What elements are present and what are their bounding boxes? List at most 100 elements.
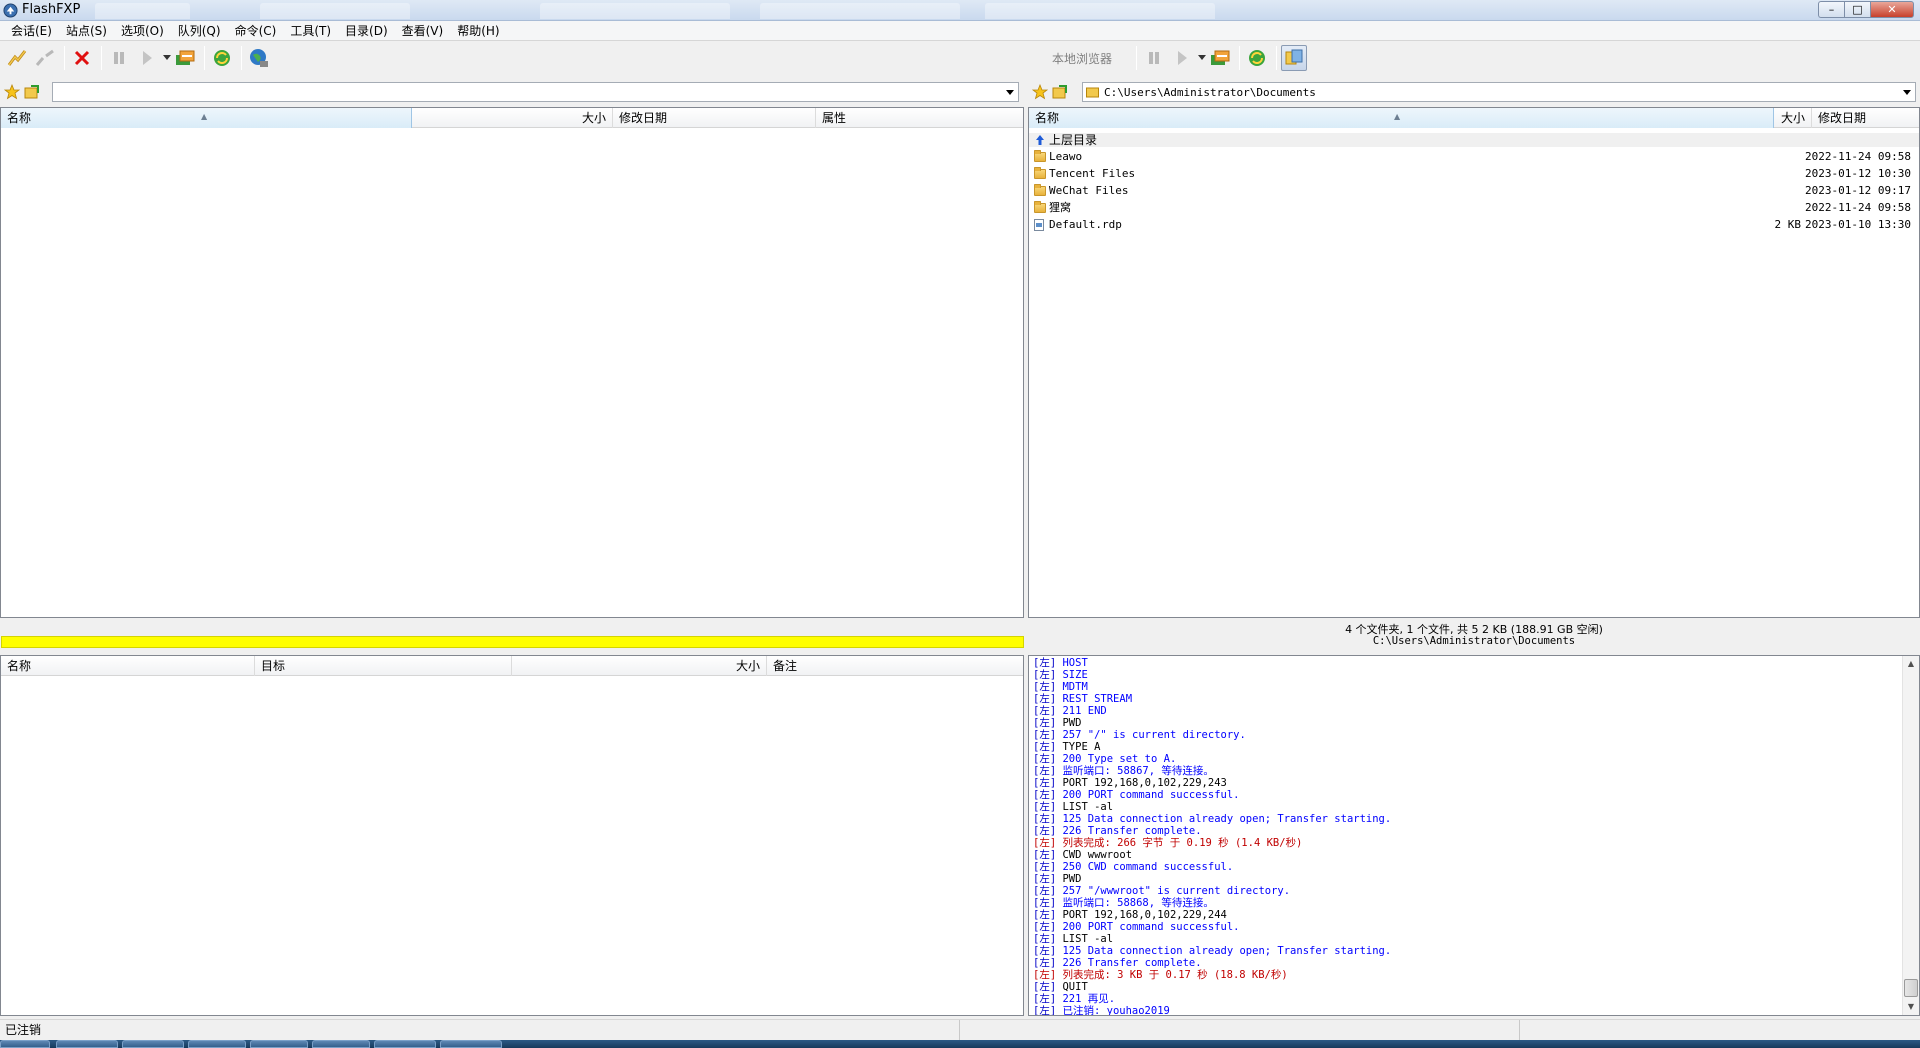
menu-queue[interactable]: 队列(Q) [171,21,228,41]
favorites-star-icon[interactable] [4,84,20,100]
log-line: [左] PWD [1033,873,1391,885]
play-icon[interactable] [134,45,160,71]
background-tab [760,3,960,19]
disconnect-icon[interactable] [32,45,58,71]
local-path-value: C:\Users\Administrator\Documents [1104,85,1316,99]
local-file-list[interactable]: ▲ 名称 大小 修改日期 上层目录 Leawo 2022-11-24 09:58 T… [1028,107,1920,618]
queue-col-name[interactable]: 名称 [1,656,255,676]
local-column-header: ▲ 名称 大小 修改日期 [1029,108,1919,128]
toolbar-separator [101,46,102,70]
remote-file-list[interactable]: ▲ 名称 大小 修改日期 属性 [0,107,1024,618]
menu-sites[interactable]: 站点(S) [59,21,114,41]
maximize-icon[interactable]: □ [1844,1,1870,18]
toolbar-separator [1276,46,1278,70]
log-line: [左] 监听端口: 58868, 等待连接。 [1033,897,1391,909]
scroll-thumb[interactable] [1904,979,1918,997]
transfer-queue-list[interactable]: 名称 目标 大小 备注 [0,655,1024,1016]
status-bar: 已注销 [0,1019,1920,1040]
session-log[interactable]: [左] HOST [左] SIZE [左] MDTM [左] REST STREAM[… [1028,655,1920,1016]
transfer-icon[interactable] [172,45,198,71]
log-line: [左] TYPE A [1033,741,1391,753]
refresh-icon[interactable] [1244,45,1270,71]
queue-col-size[interactable]: 大小 [512,656,767,676]
taskbar-app[interactable] [312,1040,370,1048]
minimize-icon[interactable]: – [1818,1,1844,18]
menu-commands[interactable]: 命令(C) [228,21,284,41]
log-text: QUIT [1062,981,1088,993]
taskbar-app[interactable] [250,1040,308,1048]
local-file-row[interactable]: WeChat Files 2023-01-12 09:17 [1029,184,1919,198]
local-path-combobox[interactable]: C:\Users\Administrator\Documents [1082,82,1916,102]
flashfxp-logo-icon [3,3,18,18]
local-file-row[interactable]: 狸窝 2022-11-24 09:58 [1029,201,1919,215]
dropdown-icon[interactable] [162,45,172,71]
taskbar-app[interactable] [188,1040,246,1048]
local-file-row[interactable]: Tencent Files 2023-01-12 10:30 [1029,167,1919,181]
start-button[interactable] [0,1040,50,1048]
local-browser-button[interactable]: 本地浏览器 [1032,45,1132,71]
taskbar-app[interactable] [374,1040,436,1048]
menu-help[interactable]: 帮助(H) [450,21,506,41]
transfer-icon[interactable] [1207,45,1233,71]
refresh-icon[interactable] [209,45,235,71]
queue-col-notes[interactable]: 备注 [767,656,1023,676]
local-col-name[interactable]: ▲ 名称 [1029,108,1774,128]
play-icon[interactable] [1169,45,1195,71]
queue-col-target[interactable]: 目标 [255,656,512,676]
log-line: [左] LIST -al [1033,933,1391,945]
menu-view[interactable]: 查看(V) [395,21,451,41]
scroll-down-icon[interactable]: ▼ [1903,999,1919,1015]
taskbar-app[interactable] [122,1040,184,1048]
log-line: [左] PORT 192,168,0,102,229,243 [1033,777,1391,789]
log-prefix: [左] [1033,837,1057,849]
log-text: 257 "/wwwroot" is current directory. [1062,885,1291,897]
local-view-toggle-icon[interactable] [1281,45,1308,71]
file-modified-date: 2023-01-10 13:30 [1805,218,1911,231]
remote-col-name[interactable]: ▲ 名称 [1,108,412,128]
local-file-row[interactable]: Default.rdp 2 KB 2023-01-10 13:30 [1029,218,1919,232]
bookmark-folder-icon[interactable] [1052,84,1068,100]
close-icon[interactable]: ✕ [1870,1,1914,18]
chevron-down-icon[interactable] [1002,83,1018,101]
menu-directory[interactable]: 目录(D) [338,21,395,41]
remote-toolbar [0,42,1024,74]
log-text: PWD [1062,717,1082,729]
remote-path-combobox[interactable] [52,82,1019,102]
dropdown-icon[interactable] [1197,45,1207,71]
local-col-size[interactable]: 大小 [1774,108,1812,128]
menu-session[interactable]: 会话(E) [4,21,59,41]
connect-icon[interactable] [4,45,30,71]
menu-options[interactable]: 选项(O) [114,21,171,41]
log-text: 125 Data connection already open; Transf… [1062,813,1392,825]
abort-icon[interactable] [69,45,95,71]
remote-col-attributes[interactable]: 属性 [816,108,1023,128]
log-line: [左] 226 Transfer complete. [1033,825,1391,837]
local-col-modified[interactable]: 修改日期 [1812,108,1919,128]
log-line: [左] 250 CWD command successful. [1033,861,1391,873]
log-prefix: [左] [1033,813,1057,825]
log-text: 监听端口: 58867, 等待连接。 [1062,765,1214,777]
log-line: [左] LIST -al [1033,801,1391,813]
local-path-status: C:\Users\Administrator\Documents [1372,635,1576,647]
parent-directory-row[interactable]: 上层目录 [1029,133,1919,147]
chevron-down-icon[interactable] [1899,83,1915,101]
pause-icon[interactable] [1141,45,1167,71]
pause-icon[interactable] [106,45,132,71]
log-text: 列表完成: 3 KB 于 0.17 秒 (18.8 KB/秒) [1062,969,1288,981]
log-text: LIST -al [1062,801,1114,813]
favorites-star-icon[interactable] [1032,84,1048,100]
log-line: [左] 监听端口: 58867, 等待连接。 [1033,765,1391,777]
log-scrollbar[interactable]: ▲ ▼ [1902,656,1919,1015]
file-name: Default.rdp [1049,218,1122,231]
globe-icon[interactable] [246,45,272,71]
bookmark-folder-icon[interactable] [24,84,40,100]
remote-col-modified[interactable]: 修改日期 [613,108,816,128]
log-text: MDTM [1062,681,1088,693]
remote-col-size[interactable]: 大小 [412,108,613,128]
taskbar-app[interactable] [56,1040,118,1048]
log-prefix: [左] [1033,1005,1057,1016]
scroll-up-icon[interactable]: ▲ [1903,656,1919,672]
menu-tools[interactable]: 工具(T) [283,21,338,41]
local-file-row[interactable]: Leawo 2022-11-24 09:58 [1029,150,1919,164]
taskbar-app[interactable] [440,1040,502,1048]
